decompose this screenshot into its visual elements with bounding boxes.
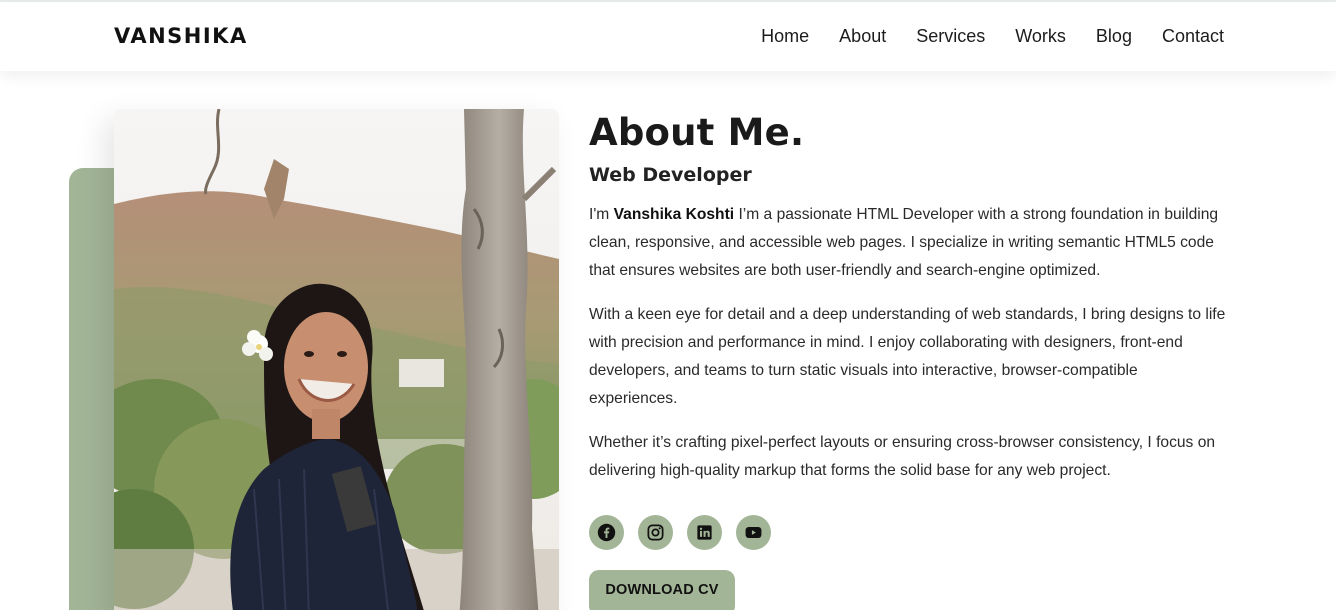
facebook-button[interactable]: [589, 515, 624, 550]
site-logo[interactable]: VANSHIKA: [114, 24, 248, 48]
about-paragraph-3: Whether it’s crafting pixel-perfect layo…: [589, 434, 1216, 479]
profile-photo: [114, 109, 559, 610]
nav-works[interactable]: Works: [1015, 26, 1066, 47]
youtube-button[interactable]: [736, 515, 771, 550]
about-section: About Me. Web Developer I'm Vanshika Kos…: [589, 109, 1229, 485]
main-menu: Home About Services Works Blog Contact: [761, 26, 1224, 47]
linkedin-icon: [697, 525, 712, 540]
nav-services[interactable]: Services: [916, 26, 985, 47]
about-paragraph-2: With a keen eye for detail and a deep un…: [589, 306, 1226, 407]
download-cv-button[interactable]: DOWNLOAD CV: [589, 570, 735, 610]
instagram-button[interactable]: [638, 515, 673, 550]
nav-home[interactable]: Home: [761, 26, 809, 47]
facebook-icon: [597, 523, 616, 542]
intro-prefix: I'm: [589, 206, 614, 223]
instagram-icon: [647, 524, 664, 541]
subtitle: Web Developer: [589, 164, 752, 186]
page-title: About Me.: [589, 111, 805, 154]
youtube-icon: [745, 526, 762, 539]
linkedin-button[interactable]: [687, 515, 722, 550]
nav-contact[interactable]: Contact: [1162, 26, 1224, 47]
nav-blog[interactable]: Blog: [1096, 26, 1132, 47]
author-name: Vanshika Koshti: [613, 206, 735, 223]
navbar: VANSHIKA Home About Services Works Blog …: [0, 2, 1336, 71]
about-paragraph-1: I'm Vanshika Koshti I’m a passionate HTM…: [589, 201, 1229, 285]
social-links: [589, 515, 771, 550]
nav-about[interactable]: About: [839, 26, 886, 47]
